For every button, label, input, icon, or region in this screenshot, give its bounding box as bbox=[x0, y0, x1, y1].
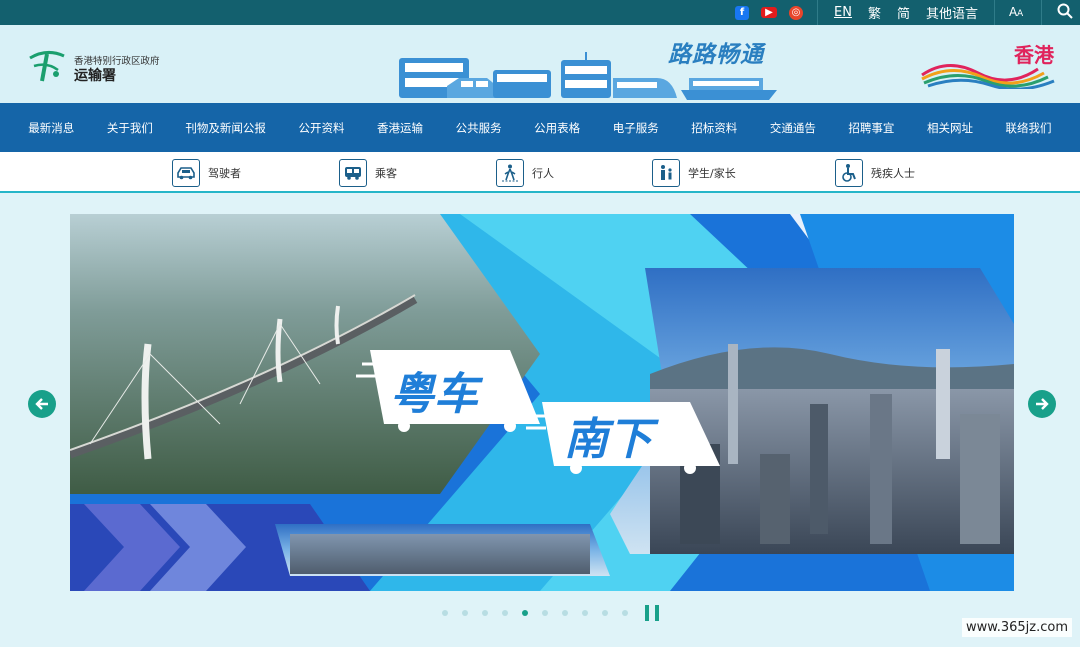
carousel-dot[interactable] bbox=[562, 610, 568, 616]
pause-icon[interactable] bbox=[645, 605, 659, 621]
audience-label: 行人 bbox=[532, 167, 554, 180]
youtube-icon[interactable]: ▶ bbox=[761, 7, 777, 18]
audience-item-drivers[interactable]: 驾驶者 bbox=[172, 158, 241, 188]
divider bbox=[1041, 0, 1042, 25]
td-logo-icon[interactable] bbox=[28, 48, 66, 82]
audience-navigation: 驾驶者 乘客 行人 学生/家长 残疾人士 bbox=[0, 152, 1080, 193]
lang-traditional-link[interactable]: 繁 bbox=[868, 3, 881, 22]
nav-item-links[interactable]: 相关网址 bbox=[927, 120, 973, 136]
arrow-left-icon bbox=[35, 398, 48, 410]
site-header: 香港特别行政区政府 运输署 路路畅通 香港 bbox=[0, 25, 1080, 103]
carousel-dot[interactable] bbox=[622, 610, 628, 616]
divider bbox=[817, 0, 818, 25]
weibo-icon[interactable]: ◎ bbox=[789, 5, 803, 20]
carousel-prev-button[interactable] bbox=[28, 390, 56, 418]
audience-label: 学生/家长 bbox=[688, 167, 736, 180]
carousel-dot[interactable] bbox=[442, 610, 448, 616]
nav-item-publications[interactable]: 刊物及新闻公报 bbox=[185, 120, 266, 136]
nav-item-hk-transport[interactable]: 香港运输 bbox=[377, 120, 423, 136]
audience-label: 残疾人士 bbox=[871, 167, 915, 180]
carousel-next-button[interactable] bbox=[1028, 390, 1056, 418]
department-name: 运输署 bbox=[74, 68, 116, 84]
font-size-icon[interactable]: AA bbox=[1003, 4, 1033, 22]
carousel-dot-active[interactable] bbox=[522, 610, 528, 616]
carousel-dot[interactable] bbox=[542, 610, 548, 616]
car-icon bbox=[172, 159, 200, 187]
carousel-dot[interactable] bbox=[582, 610, 588, 616]
family-icon bbox=[652, 159, 680, 187]
carousel-pagination bbox=[435, 605, 659, 621]
arrow-right-icon bbox=[1036, 398, 1049, 410]
nav-item-forms[interactable]: 公用表格 bbox=[534, 120, 580, 136]
nav-item-traffic-notices[interactable]: 交通通告 bbox=[770, 120, 816, 136]
nav-item-e-services[interactable]: 电子服务 bbox=[613, 120, 659, 136]
audience-item-pedestrians[interactable]: 行人 bbox=[496, 158, 554, 188]
audience-item-passengers[interactable]: 乘客 bbox=[339, 158, 397, 188]
banner-slide[interactable]: 粤车 南下 bbox=[70, 214, 1014, 591]
audience-item-students-parents[interactable]: 学生/家长 bbox=[652, 158, 736, 188]
carousel-dot[interactable] bbox=[502, 610, 508, 616]
nav-item-about[interactable]: 关于我们 bbox=[107, 120, 153, 136]
carousel-dot[interactable] bbox=[462, 610, 468, 616]
vehicles-illustration bbox=[399, 52, 777, 100]
nav-item-public-services[interactable]: 公共服务 bbox=[456, 120, 502, 136]
audience-item-disabled[interactable]: 残疾人士 bbox=[835, 158, 915, 188]
lang-other-link[interactable]: 其他语言 bbox=[926, 3, 978, 22]
pedestrian-icon bbox=[496, 159, 524, 187]
utility-links: f ▶ ◎ EN 繁 简 其他语言 AA bbox=[729, 0, 1080, 25]
svg-text:A: A bbox=[1017, 9, 1024, 18]
audience-label: 驾驶者 bbox=[208, 167, 241, 180]
carousel-dot[interactable] bbox=[602, 610, 608, 616]
banner-title-line2: 南下 bbox=[564, 414, 659, 465]
wheelchair-icon bbox=[835, 159, 863, 187]
banner-artwork: 粤车 南下 bbox=[70, 214, 1014, 591]
banner-title-line1: 粤车 bbox=[390, 369, 484, 420]
divider bbox=[994, 0, 995, 25]
search-icon[interactable] bbox=[1050, 3, 1080, 23]
main-navigation: 最新消息 关于我们 刊物及新闻公报 公开资料 香港运输 公共服务 公用表格 电子… bbox=[0, 103, 1080, 152]
carousel-dot[interactable] bbox=[482, 610, 488, 616]
facebook-icon[interactable]: f bbox=[735, 5, 749, 20]
top-utility-bar: f ▶ ◎ EN 繁 简 其他语言 AA bbox=[0, 0, 1080, 25]
nav-item-news[interactable]: 最新消息 bbox=[28, 120, 74, 136]
brand-hk-ribbon-icon bbox=[921, 64, 1055, 89]
nav-item-contact[interactable]: 联络我们 bbox=[1006, 120, 1052, 136]
bus-icon bbox=[339, 159, 367, 187]
nav-item-tenders[interactable]: 招标资料 bbox=[691, 120, 737, 136]
lang-en-link[interactable]: EN bbox=[834, 5, 852, 20]
lang-simplified-link[interactable]: 简 bbox=[897, 3, 910, 22]
watermark: www.365jz.com bbox=[962, 618, 1072, 637]
nav-item-public-info[interactable]: 公开资料 bbox=[298, 120, 344, 136]
nav-item-recruitment[interactable]: 招聘事宜 bbox=[848, 120, 894, 136]
audience-label: 乘客 bbox=[375, 167, 397, 180]
